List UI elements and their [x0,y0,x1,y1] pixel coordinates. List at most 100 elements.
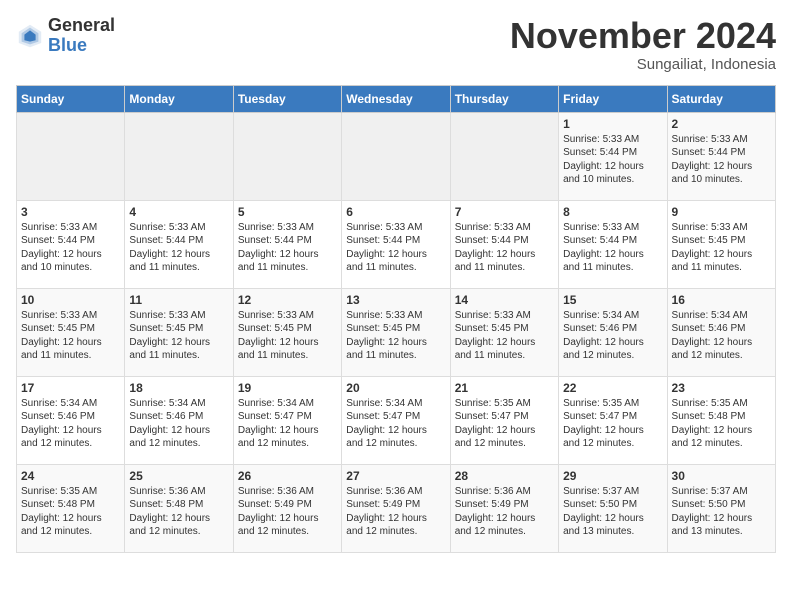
day-number: 28 [455,469,554,483]
day-number: 10 [21,293,120,307]
calendar-week-row: 24Sunrise: 5:35 AM Sunset: 5:48 PM Dayli… [17,464,776,552]
calendar-cell: 22Sunrise: 5:35 AM Sunset: 5:47 PM Dayli… [559,376,667,464]
calendar-cell: 7Sunrise: 5:33 AM Sunset: 5:44 PM Daylig… [450,200,558,288]
day-number: 15 [563,293,662,307]
day-number: 12 [238,293,337,307]
calendar-table: SundayMondayTuesdayWednesdayThursdayFrid… [16,85,776,553]
calendar-cell [17,112,125,200]
day-details: Sunrise: 5:34 AM Sunset: 5:46 PM Dayligh… [129,397,228,451]
col-header-saturday: Saturday [667,85,775,112]
logo-blue-text: Blue [48,36,115,56]
calendar-cell: 13 Sunrise: 5:33 AM Sunset: 5:45 PM Dayli… [342,288,450,376]
day-details: Sunrise: 5:34 AM Sunset: 5:46 PM Dayligh… [563,309,662,363]
calendar-cell: 5 Sunrise: 5:33 AM Sunset: 5:44 PM Daylig… [233,200,341,288]
day-details: Sunrise: 5:33 AM Sunset: 5:45 PM Dayligh… [129,309,228,363]
calendar-cell: 6 Sunrise: 5:33 AM Sunset: 5:44 PM Daylig… [342,200,450,288]
day-details: Sunrise: 5:33 AM Sunset: 5:45 PM Dayligh… [21,309,120,363]
day-details: Sunrise: 5:36 AM Sunset: 5:49 PM Dayligh… [346,485,445,539]
title-block: November 2024 Sungailiat, Indonesia [510,16,776,73]
calendar-cell: 29 Sunrise: 5:37 AM Sunset: 5:50 PM Dayli… [559,464,667,552]
calendar-cell [342,112,450,200]
calendar-cell: 11 Sunrise: 5:33 AM Sunset: 5:45 PM Dayli… [125,288,233,376]
calendar-cell: 15 Sunrise: 5:34 AM Sunset: 5:46 PM Dayli… [559,288,667,376]
day-details: Sunrise: 5:37 AM Sunset: 5:50 PM Dayligh… [563,485,662,539]
calendar-cell: 12 Sunrise: 5:33 AM Sunset: 5:45 PM Dayli… [233,288,341,376]
day-number: 16 [672,293,771,307]
day-number: 26 [238,469,337,483]
day-details: Sunrise: 5:33 AM Sunset: 5:44 PM Dayligh… [672,133,771,187]
col-header-thursday: Thursday [450,85,558,112]
calendar-cell: 1 Sunrise: 5:33 AM Sunset: 5:44 PM Daylig… [559,112,667,200]
calendar-cell: 10 Sunrise: 5:33 AM Sunset: 5:45 PM Dayli… [17,288,125,376]
page-header: General Blue November 2024 Sungailiat, I… [16,16,776,73]
col-header-sunday: Sunday [17,85,125,112]
calendar-cell: 4Sunrise: 5:33 AM Sunset: 5:44 PM Daylig… [125,200,233,288]
calendar-cell: 16Sunrise: 5:34 AM Sunset: 5:46 PM Dayli… [667,288,775,376]
day-details: Sunrise: 5:34 AM Sunset: 5:47 PM Dayligh… [346,397,445,451]
day-number: 20 [346,381,445,395]
day-details: Sunrise: 5:34 AM Sunset: 5:46 PM Dayligh… [21,397,120,451]
calendar-cell: 30Sunrise: 5:37 AM Sunset: 5:50 PM Dayli… [667,464,775,552]
day-details: Sunrise: 5:36 AM Sunset: 5:48 PM Dayligh… [129,485,228,539]
calendar-cell: 21 Sunrise: 5:35 AM Sunset: 5:47 PM Dayli… [450,376,558,464]
calendar-cell [125,112,233,200]
logo-general-text: General [48,16,115,36]
day-details: Sunrise: 5:33 AM Sunset: 5:45 PM Dayligh… [238,309,337,363]
day-details: Sunrise: 5:33 AM Sunset: 5:44 PM Dayligh… [238,221,337,275]
calendar-cell: 18 Sunrise: 5:34 AM Sunset: 5:46 PM Dayli… [125,376,233,464]
day-details: Sunrise: 5:33 AM Sunset: 5:44 PM Dayligh… [563,133,662,187]
col-header-monday: Monday [125,85,233,112]
day-number: 7 [455,205,554,219]
day-number: 21 [455,381,554,395]
day-number: 14 [455,293,554,307]
day-number: 27 [346,469,445,483]
day-number: 6 [346,205,445,219]
day-number: 8 [563,205,662,219]
location-subtitle: Sungailiat, Indonesia [510,56,776,73]
day-details: Sunrise: 5:33 AM Sunset: 5:45 PM Dayligh… [455,309,554,363]
calendar-cell: 20 Sunrise: 5:34 AM Sunset: 5:47 PM Dayli… [342,376,450,464]
day-details: Sunrise: 5:34 AM Sunset: 5:47 PM Dayligh… [238,397,337,451]
day-details: Sunrise: 5:36 AM Sunset: 5:49 PM Dayligh… [455,485,554,539]
day-number: 23 [672,381,771,395]
calendar-cell: 28 Sunrise: 5:36 AM Sunset: 5:49 PM Dayli… [450,464,558,552]
calendar-cell: 23 Sunrise: 5:35 AM Sunset: 5:48 PM Dayli… [667,376,775,464]
day-number: 19 [238,381,337,395]
calendar-cell: 25Sunrise: 5:36 AM Sunset: 5:48 PM Dayli… [125,464,233,552]
day-details: Sunrise: 5:33 AM Sunset: 5:44 PM Dayligh… [21,221,120,275]
calendar-cell: 26Sunrise: 5:36 AM Sunset: 5:49 PM Dayli… [233,464,341,552]
day-number: 3 [21,205,120,219]
day-details: Sunrise: 5:35 AM Sunset: 5:48 PM Dayligh… [672,397,771,451]
day-number: 5 [238,205,337,219]
month-title: November 2024 [510,16,776,56]
day-number: 1 [563,117,662,131]
calendar-cell: 9 Sunrise: 5:33 AM Sunset: 5:45 PM Daylig… [667,200,775,288]
day-number: 13 [346,293,445,307]
calendar-week-row: 10 Sunrise: 5:33 AM Sunset: 5:45 PM Dayli… [17,288,776,376]
calendar-header-row: SundayMondayTuesdayWednesdayThursdayFrid… [17,85,776,112]
calendar-cell [450,112,558,200]
logo-icon [16,22,44,50]
calendar-cell: 19 Sunrise: 5:34 AM Sunset: 5:47 PM Dayli… [233,376,341,464]
calendar-cell [233,112,341,200]
calendar-cell: 17 Sunrise: 5:34 AM Sunset: 5:46 PM Dayli… [17,376,125,464]
day-number: 9 [672,205,771,219]
calendar-week-row: 3 Sunrise: 5:33 AM Sunset: 5:44 PM Daylig… [17,200,776,288]
day-details: Sunrise: 5:33 AM Sunset: 5:45 PM Dayligh… [346,309,445,363]
calendar-week-row: 17 Sunrise: 5:34 AM Sunset: 5:46 PM Dayli… [17,376,776,464]
day-number: 29 [563,469,662,483]
calendar-cell: 27 Sunrise: 5:36 AM Sunset: 5:49 PM Dayli… [342,464,450,552]
calendar-cell: 3 Sunrise: 5:33 AM Sunset: 5:44 PM Daylig… [17,200,125,288]
col-header-friday: Friday [559,85,667,112]
calendar-cell: 14 Sunrise: 5:33 AM Sunset: 5:45 PM Dayli… [450,288,558,376]
day-details: Sunrise: 5:33 AM Sunset: 5:45 PM Dayligh… [672,221,771,275]
day-details: Sunrise: 5:35 AM Sunset: 5:48 PM Dayligh… [21,485,120,539]
day-number: 18 [129,381,228,395]
day-number: 17 [21,381,120,395]
day-number: 4 [129,205,228,219]
logo-text: General Blue [48,16,115,56]
day-number: 11 [129,293,228,307]
day-details: Sunrise: 5:33 AM Sunset: 5:44 PM Dayligh… [346,221,445,275]
day-details: Sunrise: 5:35 AM Sunset: 5:47 PM Dayligh… [455,397,554,451]
day-details: Sunrise: 5:35 AM Sunset: 5:47 PM Dayligh… [563,397,662,451]
